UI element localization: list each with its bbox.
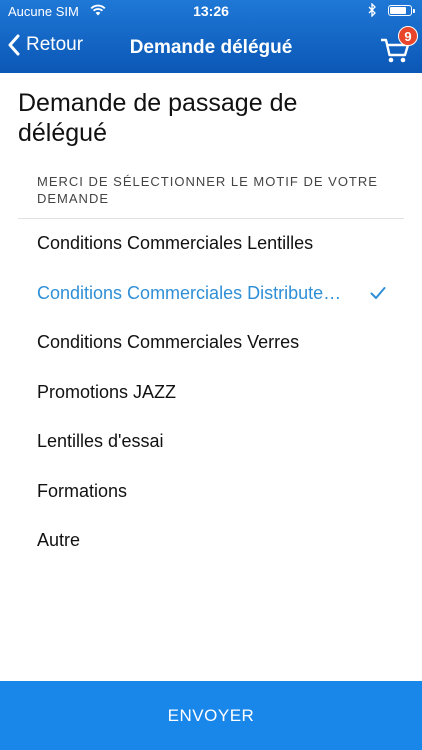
option-distributeurs[interactable]: Conditions Commerciales Distributeurs xyxy=(0,269,422,319)
option-lentilles[interactable]: Conditions Commerciales Lentilles xyxy=(0,219,422,269)
back-label: Retour xyxy=(26,34,84,55)
option-verres[interactable]: Conditions Commerciales Verres xyxy=(0,318,422,368)
clock: 13:26 xyxy=(193,3,229,19)
app-header: Aucune SIM 13:26 Retour Demande délégué … xyxy=(0,0,422,73)
option-label: Promotions JAZZ xyxy=(37,381,177,402)
back-button[interactable]: Retour xyxy=(8,34,83,56)
option-label: Conditions Commerciales Verres xyxy=(37,332,300,353)
option-label: Autre xyxy=(37,530,81,551)
option-formations[interactable]: Formations xyxy=(0,467,422,517)
option-autre[interactable]: Autre xyxy=(0,516,422,566)
bluetooth-icon xyxy=(368,3,376,17)
checkmark-icon xyxy=(370,286,386,299)
reason-list: Conditions Commerciales Lentilles Condit… xyxy=(0,219,422,566)
option-label: Lentilles d'essai xyxy=(37,431,164,452)
navigation-bar: Retour Demande délégué 9 xyxy=(0,22,422,73)
status-bar: Aucune SIM 13:26 xyxy=(0,0,422,22)
option-promotions-jazz[interactable]: Promotions JAZZ xyxy=(0,368,422,418)
battery-icon xyxy=(388,5,415,16)
option-label: Formations xyxy=(37,480,128,501)
section-header: MERCI DE SÉLECTIONNER LE MOTIF DE VOTRE … xyxy=(37,174,378,206)
page-title: Demande de passage de délégué xyxy=(18,89,298,147)
submit-button[interactable]: ENVOYER xyxy=(0,681,422,750)
option-label: Conditions Commerciales Distributeurs xyxy=(37,282,347,303)
option-lentilles-essai[interactable]: Lentilles d'essai xyxy=(0,417,422,467)
back-chevron-icon xyxy=(8,34,20,56)
cart-badge: 9 xyxy=(398,26,418,46)
option-label: Conditions Commerciales Lentilles xyxy=(37,233,314,254)
cart-button[interactable]: 9 xyxy=(380,26,418,64)
